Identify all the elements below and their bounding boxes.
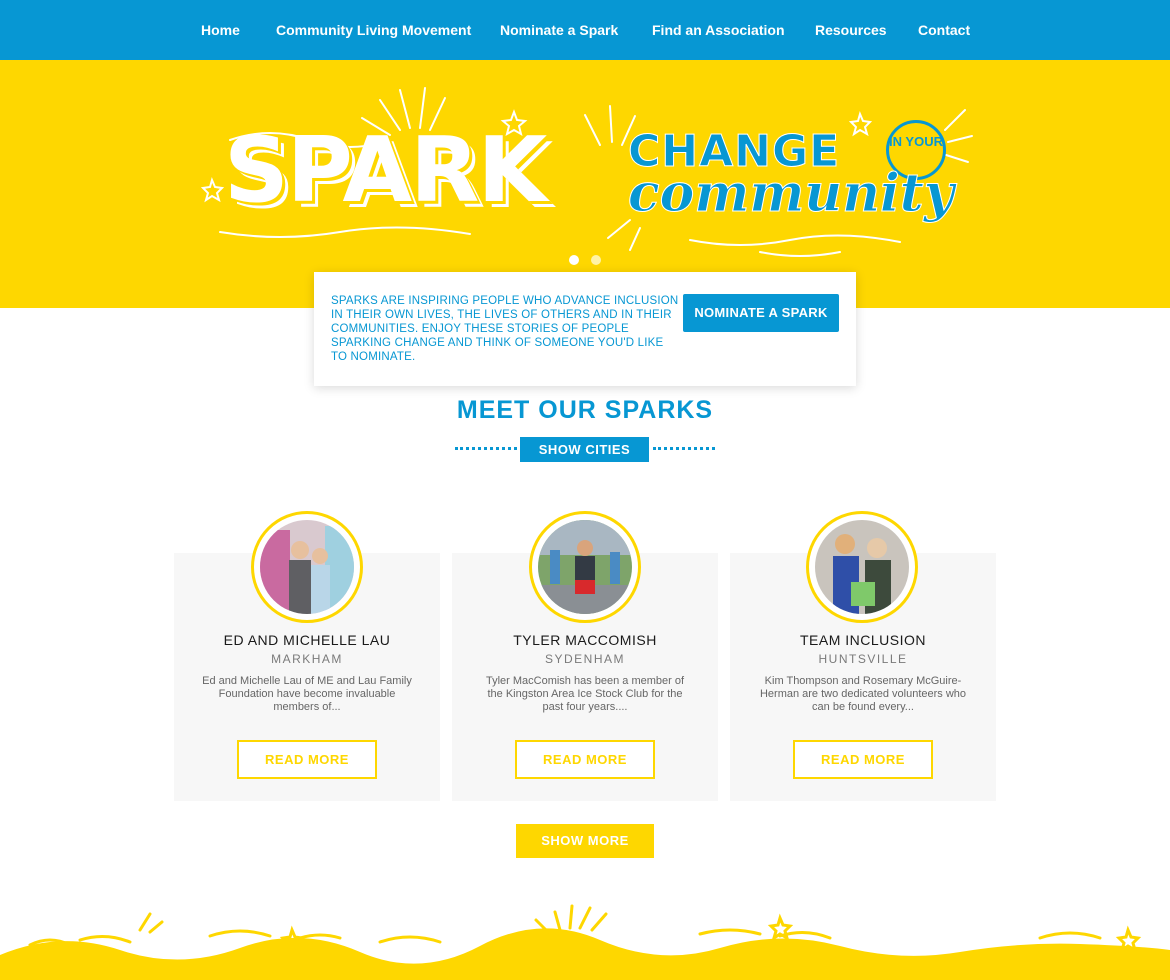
spark-name: TEAM INCLUSION <box>799 632 926 648</box>
divider-dots-left <box>455 447 517 451</box>
nav-nominate-a-spark[interactable]: Nominate a Spark <box>500 22 618 38</box>
carousel-dot-2[interactable] <box>591 255 601 265</box>
carousel-dot-1[interactable] <box>569 255 579 265</box>
spark-avatar[interactable] <box>529 511 641 623</box>
hero-community-wordmark: community <box>628 163 955 224</box>
nominate-a-spark-button[interactable]: NOMINATE A SPARK <box>683 294 839 332</box>
spark-description: Kim Thompson and Rosemary McGuire-Herman… <box>759 675 967 713</box>
spark-city: HUNTSVILLE <box>818 652 908 666</box>
show-more-button[interactable]: SHOW MORE <box>516 824 654 858</box>
read-more-button[interactable]: READ MORE <box>793 740 933 779</box>
spark-city: SYDENHAM <box>544 652 625 666</box>
nav-find-an-association[interactable]: Find an Association <box>652 22 785 38</box>
top-navigation: Home Community Living Movement Nominate … <box>0 0 1170 60</box>
spark-description: Tyler MacComish has been a member of the… <box>485 675 685 713</box>
spark-avatar[interactable] <box>806 511 918 623</box>
hero-sparkle-decoration <box>200 87 973 257</box>
spark-avatar[interactable] <box>251 511 363 623</box>
nav-home[interactable]: Home <box>201 22 240 38</box>
spark-photo <box>815 520 909 614</box>
nav-resources[interactable]: Resources <box>815 22 887 38</box>
spark-name: TYLER MACCOMISH <box>513 632 657 648</box>
nav-contact[interactable]: Contact <box>918 22 970 38</box>
intro-text: Sparks are inspiring people who advance … <box>331 295 679 363</box>
nav-community-living-movement[interactable]: Community Living Movement <box>276 22 471 38</box>
spark-city: MARKHAM <box>271 652 343 666</box>
hero-spark-wordmark: SPARK <box>224 118 547 223</box>
intro-card: Sparks are inspiring people who advance … <box>314 272 856 386</box>
spark-photo <box>538 520 632 614</box>
hero-banner: SPARK CHANGE IN YOUR community <box>0 60 1170 308</box>
section-title: MEET OUR SPARKS <box>456 396 714 424</box>
footer-wave-decoration <box>0 904 1170 980</box>
read-more-button[interactable]: READ MORE <box>237 740 377 779</box>
spark-description: Ed and Michelle Lau of ME and Lau Family… <box>202 675 412 713</box>
show-cities-button[interactable]: SHOW CITIES <box>520 437 649 462</box>
read-more-button[interactable]: READ MORE <box>515 740 655 779</box>
spark-photo <box>260 520 354 614</box>
spark-name: ED AND MICHELLE LAU <box>223 632 391 648</box>
divider-dots-right <box>653 447 715 451</box>
